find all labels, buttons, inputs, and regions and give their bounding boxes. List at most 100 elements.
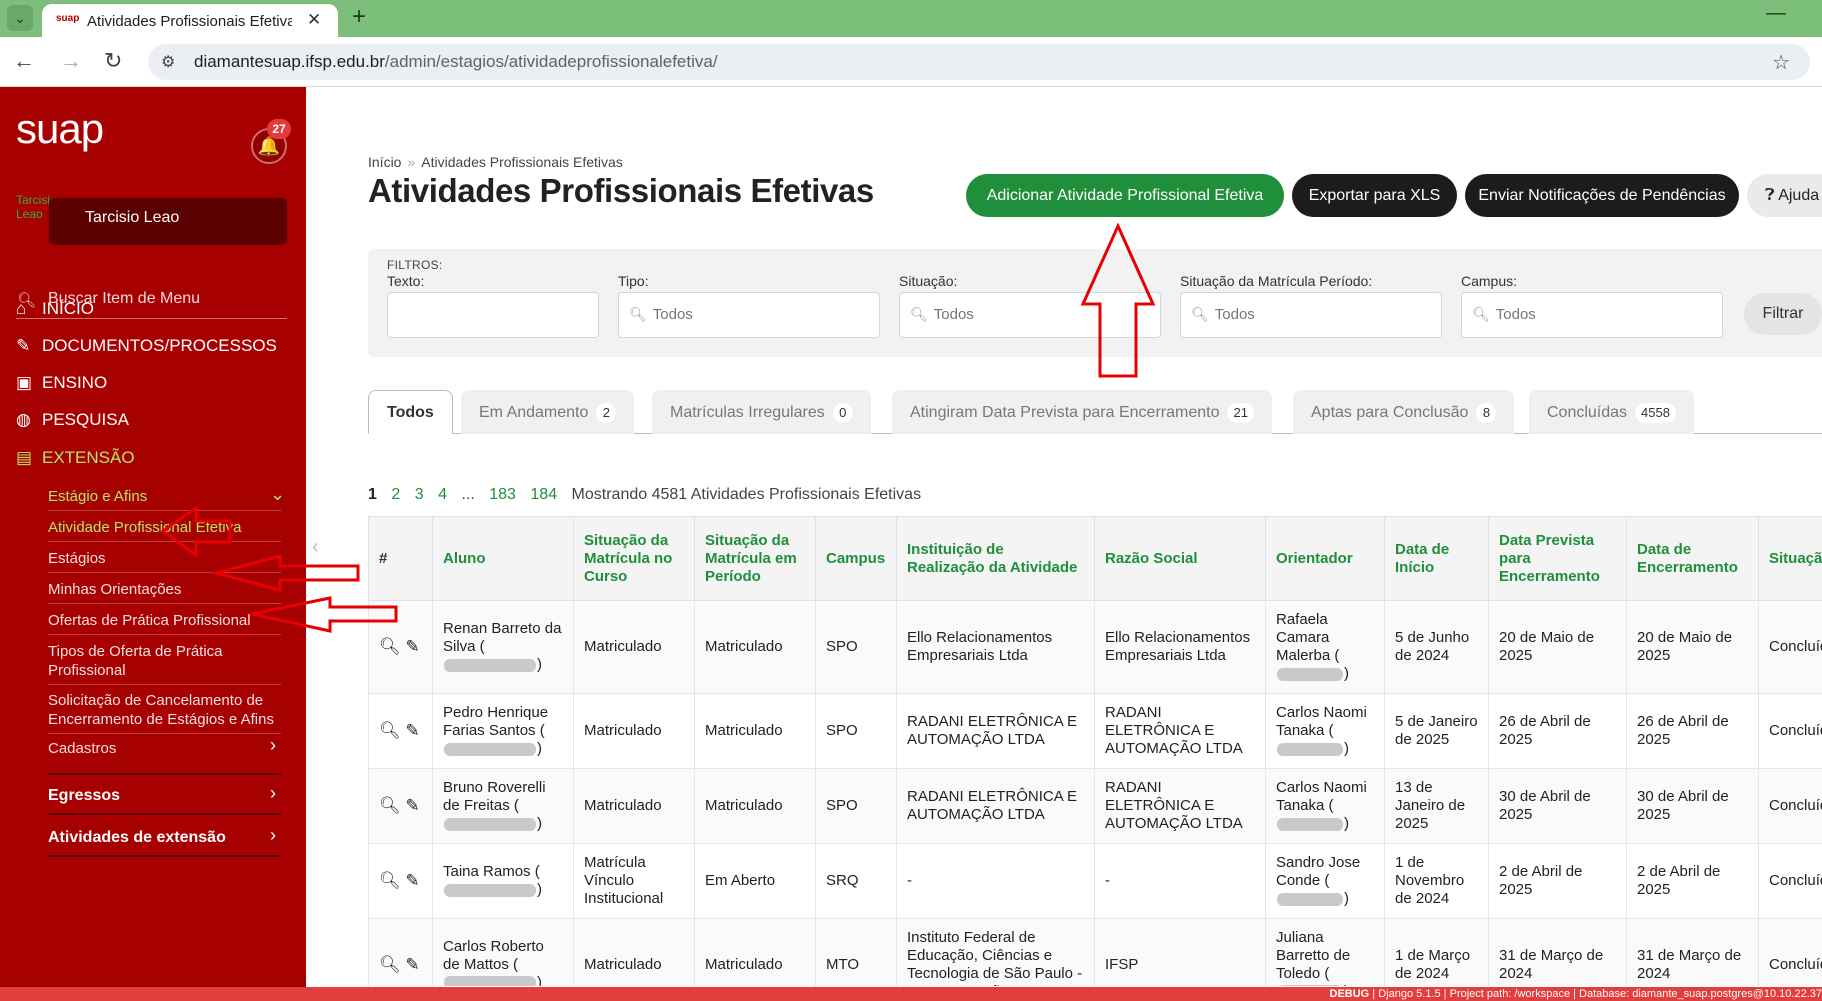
- back-arrow-icon[interactable]: ←: [13, 48, 35, 74]
- tab-concluidas[interactable]: Concluídas 4558: [1529, 390, 1694, 434]
- chevron-right-icon[interactable]: ›: [270, 825, 276, 846]
- page-link[interactable]: 2: [391, 486, 400, 503]
- url-text[interactable]: diamantesuap.ifsp.edu.br/admin/estagios/…: [194, 52, 718, 72]
- col-header[interactable]: Data de Início: [1384, 516, 1489, 601]
- cell: 5 de Junho de 2024: [1384, 600, 1489, 694]
- chevron-right-icon[interactable]: ›: [270, 783, 276, 804]
- menu-egressos[interactable]: Egressos: [48, 787, 120, 805]
- filter-button[interactable]: Filtrar: [1744, 293, 1822, 335]
- browser-tab[interactable]: suap Atividades Profissionais Efetivas ✕: [42, 4, 338, 37]
- edit-icon[interactable]: ✎: [405, 796, 419, 815]
- filter-situacao-matricula-select[interactable]: 🔍︎ Todos: [1180, 292, 1442, 338]
- view-icon[interactable]: 🔍︎: [379, 637, 401, 656]
- suap-logo[interactable]: suap: [16, 105, 104, 153]
- col-header[interactable]: Campus: [815, 516, 897, 601]
- col-header[interactable]: Data de Encerramento: [1626, 516, 1759, 601]
- forward-arrow-icon[interactable]: →: [60, 48, 82, 74]
- cell: Concluída: [1758, 918, 1822, 986]
- collapse-sidebar-icon[interactable]: ‹: [312, 536, 319, 559]
- user-name[interactable]: Tarcisio Leao: [49, 198, 287, 245]
- cell-aluno[interactable]: Pedro Henrique Farias Santos (): [432, 693, 574, 769]
- col-header[interactable]: Aluno: [432, 516, 574, 601]
- cell-aluno[interactable]: Bruno Roverelli de Freitas (): [432, 768, 574, 844]
- col-header[interactable]: Situação da Matrícula no Curso: [573, 516, 695, 601]
- col-header[interactable]: Data Prevista para Encerramento: [1488, 516, 1627, 601]
- col-header[interactable]: Razão Social: [1094, 516, 1266, 601]
- col-header[interactable]: Situação: [1758, 516, 1822, 601]
- tab-search-button[interactable]: ⌄: [7, 5, 33, 31]
- export-xls-button[interactable]: Exportar para XLS: [1292, 174, 1457, 217]
- reload-icon[interactable]: ↻: [104, 48, 122, 74]
- cell: Ello Relacionamentos Empresariais Ltda: [1094, 600, 1266, 694]
- view-icon[interactable]: 🔍︎: [379, 796, 401, 815]
- edit-icon[interactable]: ✎: [405, 721, 419, 740]
- tab-aptas-conclusao[interactable]: Aptas para Conclusão 8: [1293, 390, 1515, 434]
- filter-campus-select[interactable]: 🔍︎ Todos: [1461, 292, 1723, 338]
- menu-item-documentos[interactable]: ✎ DOCUMENTOS/PROCESSOS: [16, 336, 277, 366]
- add-activity-button[interactable]: Adicionar Atividade Profissional Efetiva: [966, 174, 1284, 217]
- send-notifications-button[interactable]: Enviar Notificações de Pendências: [1465, 174, 1739, 217]
- page-ellipsis: ...: [461, 486, 475, 503]
- menu-item-extensao[interactable]: ▤ EXTENSÃO: [16, 448, 135, 478]
- filter-texto-input[interactable]: [387, 292, 599, 338]
- submenu-atividade-profissional[interactable]: Atividade Profissional Efetiva: [48, 518, 283, 537]
- view-icon[interactable]: 🔍︎: [379, 955, 401, 974]
- cell: RADANI ELETRÔNICA E AUTOMAÇÃO LTDA: [896, 768, 1095, 844]
- cell: Matriculado: [694, 600, 816, 694]
- table-row: 🔍︎ ✎ Carlos Roberto de Mattos () Matricu…: [368, 918, 1822, 986]
- filter-campus-label: Campus:: [1461, 273, 1518, 289]
- edit-icon[interactable]: ✎: [405, 871, 419, 890]
- cell-aluno[interactable]: Carlos Roberto de Mattos (): [432, 918, 574, 986]
- menu-atividades-extensao[interactable]: Atividades de extensão: [48, 829, 226, 847]
- breadcrumb-home[interactable]: Início: [368, 154, 401, 170]
- help-button[interactable]: ❓︎ Ajuda: [1747, 174, 1822, 217]
- address-bar[interactable]: ⚙ diamantesuap.ifsp.edu.br/admin/estagio…: [148, 44, 1810, 80]
- submenu-ofertas-pratica[interactable]: Ofertas de Prática Profissional: [48, 611, 283, 630]
- divider: [48, 855, 281, 857]
- submenu-cadastros[interactable]: Cadastros: [48, 739, 283, 758]
- divider: [48, 684, 281, 685]
- col-header[interactable]: Situação da Matrícula em Período: [694, 516, 816, 601]
- site-settings-icon[interactable]: ⚙: [161, 52, 175, 72]
- col-header[interactable]: Instituição de Realização da Atividade: [896, 516, 1095, 601]
- submenu-estagio-afins[interactable]: Estágio e Afins: [48, 487, 283, 506]
- edit-icon[interactable]: ✎: [405, 637, 419, 656]
- filter-tipo-select[interactable]: 🔍︎ Todos: [618, 292, 880, 338]
- submenu-tipos-oferta[interactable]: Tipos de Oferta de Prática Profissional: [48, 642, 283, 680]
- submenu-estagios[interactable]: Estágios: [48, 549, 283, 568]
- minimize-icon[interactable]: —: [1766, 2, 1786, 25]
- cell-aluno[interactable]: Renan Barreto da Silva (): [432, 600, 574, 694]
- page-link[interactable]: 4: [438, 486, 447, 503]
- new-tab-icon[interactable]: +: [352, 3, 366, 31]
- results-table-container[interactable]: # Aluno Situação da Matrícula no Curso S…: [368, 516, 1822, 986]
- cell: 1 de Março de 2024: [1384, 918, 1489, 986]
- table-row: 🔍︎ ✎ Pedro Henrique Farias Santos () Mat…: [368, 693, 1822, 769]
- col-header[interactable]: Orientador: [1265, 516, 1385, 601]
- page-link[interactable]: 183: [489, 486, 516, 503]
- tab-em-andamento[interactable]: Em Andamento 2: [461, 390, 635, 434]
- submenu-solicitacao-cancelamento[interactable]: Solicitação de Cancelamento de Encerrame…: [48, 691, 283, 729]
- search-icon: 🔍︎: [1191, 306, 1209, 322]
- bookmark-star-icon[interactable]: ☆: [1772, 50, 1790, 75]
- chevron-right-icon[interactable]: ›: [270, 735, 276, 756]
- tab-atingiram-data[interactable]: Atingiram Data Prevista para Encerrament…: [892, 390, 1272, 434]
- avatar[interactable]: Tarcisio Leao: [16, 193, 52, 235]
- cell-aluno[interactable]: Taina Ramos (): [432, 843, 574, 919]
- view-icon[interactable]: 🔍︎: [379, 721, 401, 740]
- close-icon[interactable]: ✕: [307, 10, 321, 30]
- results-summary: Mostrando 4581 Atividades Profissionais …: [571, 486, 922, 503]
- submenu-minhas-orientacoes[interactable]: Minhas Orientações: [48, 580, 283, 599]
- edit-icon[interactable]: ✎: [405, 955, 419, 974]
- page-link[interactable]: 184: [530, 486, 557, 503]
- search-icon: 🔍︎: [910, 306, 928, 322]
- menu-item-ensino[interactable]: ▣ ENSINO: [16, 373, 107, 403]
- filter-situacao-select[interactable]: 🔍︎ Todos: [899, 292, 1161, 338]
- menu-item-inicio[interactable]: ⌂ INÍCIO: [16, 299, 94, 329]
- menu-item-pesquisa[interactable]: ◍ PESQUISA: [16, 410, 129, 440]
- tab-todos[interactable]: Todos: [368, 390, 453, 434]
- view-icon[interactable]: 🔍︎: [379, 871, 401, 890]
- tab-matriculas-irregulares[interactable]: Matrículas Irregulares 0: [652, 390, 871, 434]
- filter-tipo-label: Tipo:: [618, 273, 649, 289]
- chevron-down-icon[interactable]: ⌄: [270, 484, 285, 505]
- page-link[interactable]: 3: [415, 486, 424, 503]
